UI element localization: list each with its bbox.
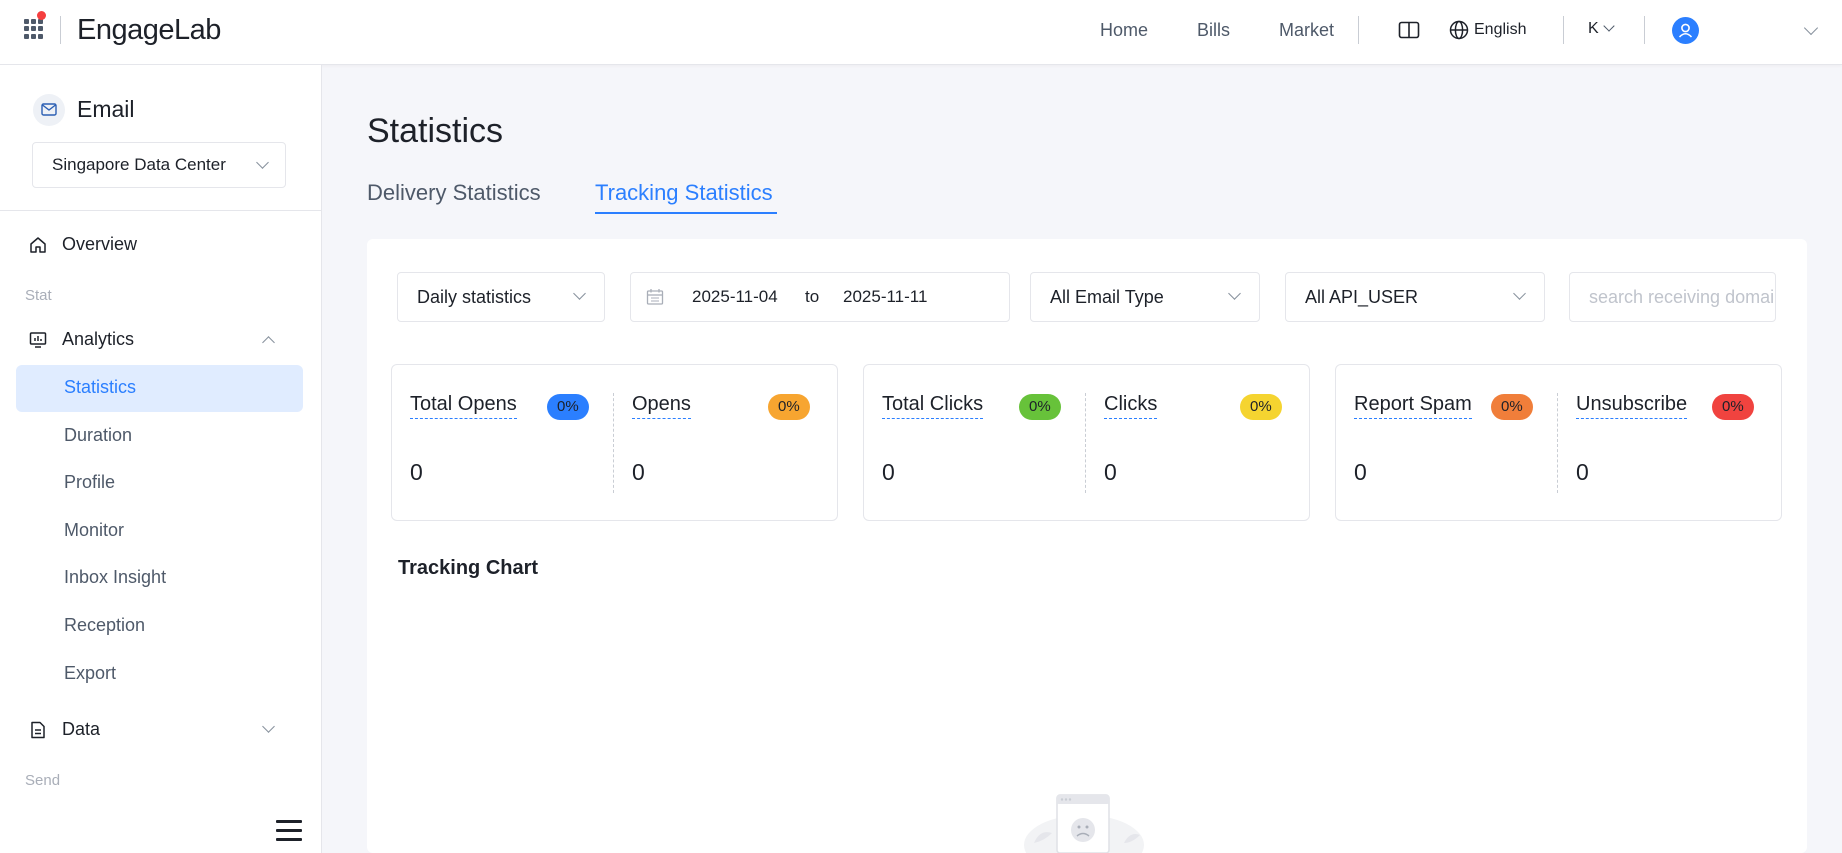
page-title: Statistics xyxy=(367,112,504,150)
rate-badge: 0% xyxy=(1240,394,1282,420)
menu-collapse-icon[interactable] xyxy=(276,820,302,842)
divider xyxy=(1563,16,1564,44)
date-separator: to xyxy=(805,287,820,306)
group-label-send: Send xyxy=(25,772,61,789)
sidebar: Email Singapore Data Center Overview Sta… xyxy=(0,65,322,853)
api-user-value: All API_USER xyxy=(1305,287,1419,307)
docs-book-icon[interactable] xyxy=(1398,21,1420,39)
metric-value: 0 xyxy=(410,459,423,485)
rate-badge: 0% xyxy=(768,394,810,420)
sidebar-item-profile[interactable]: Profile xyxy=(16,460,303,507)
account-initial: K xyxy=(1588,20,1599,37)
sidebar-item-label: Data xyxy=(62,719,101,739)
globe-icon[interactable] xyxy=(1449,20,1469,40)
divider xyxy=(613,393,614,493)
mail-icon-wrapper xyxy=(33,94,65,126)
sidebar-item-overview[interactable]: Overview xyxy=(0,223,322,267)
metric-value: 0 xyxy=(882,459,895,485)
sidebar-item-data[interactable]: Data xyxy=(0,708,322,752)
chevron-up-icon xyxy=(262,336,275,349)
sidebar-item-analytics[interactable]: Analytics xyxy=(0,318,322,362)
data-center-select[interactable]: Singapore Data Center xyxy=(32,142,286,188)
sidebar-item-export[interactable]: Export xyxy=(16,651,303,698)
date-start[interactable]: 2025-11-04 xyxy=(692,287,778,307)
metric-label[interactable]: Clicks xyxy=(1104,393,1158,419)
rate-badge: 0% xyxy=(1491,394,1533,420)
api-user-select[interactable]: All API_USER xyxy=(1285,272,1545,322)
nav-market[interactable]: Market xyxy=(1279,20,1334,41)
sidebar-item-label: Overview xyxy=(62,234,138,254)
date-range-picker[interactable]: 2025-11-04 to 2025-11-11 xyxy=(630,272,1010,322)
chevron-down-icon xyxy=(262,720,275,733)
chevron-down-icon xyxy=(1228,287,1241,300)
chart-title: Tracking Chart xyxy=(398,557,539,579)
sidebar-item-reception[interactable]: Reception xyxy=(16,603,303,650)
chevron-down-icon xyxy=(573,287,586,300)
mail-icon xyxy=(41,103,57,116)
calendar-icon xyxy=(646,289,664,305)
divider xyxy=(1557,393,1558,493)
analytics-icon xyxy=(29,332,47,348)
data-center-value: Singapore Data Center xyxy=(52,155,226,174)
metric-label[interactable]: Opens xyxy=(632,393,691,419)
chevron-down-icon xyxy=(256,156,269,169)
domain-search-placeholder: search receiving domain xyxy=(1589,287,1776,307)
sidebar-item-label: Analytics xyxy=(62,329,135,349)
sidebar-item-monitor[interactable]: Monitor xyxy=(16,508,303,555)
chevron-down-icon xyxy=(1513,287,1526,300)
product-title: Email xyxy=(77,96,135,122)
chevron-down-icon xyxy=(1603,20,1615,32)
divider xyxy=(60,16,61,44)
metric-label[interactable]: Total Clicks xyxy=(882,393,984,419)
divider xyxy=(1085,393,1086,493)
sidebar-item-inbox-insight[interactable]: Inbox Insight xyxy=(16,555,303,602)
metric-label[interactable]: Total Opens xyxy=(410,393,517,419)
divider xyxy=(0,210,322,211)
metric-value: 0 xyxy=(632,459,645,485)
nav-bills[interactable]: Bills xyxy=(1197,20,1230,41)
stat-card-opens: Total Opens 0% 0 Opens 0% 0 xyxy=(391,364,838,521)
stat-card-spam: Report Spam 0% 0 Unsubscribe 0% 0 xyxy=(1335,364,1782,521)
notification-dot xyxy=(37,11,46,20)
account-switcher[interactable]: K xyxy=(1588,20,1615,38)
sidebar-item-statistics[interactable]: Statistics xyxy=(16,365,303,412)
divider xyxy=(1644,16,1645,44)
email-type-value: All Email Type xyxy=(1050,287,1164,307)
top-bar: EngageLab Home Bills Market English K xyxy=(0,0,1842,65)
tab-delivery-statistics[interactable]: Delivery Statistics xyxy=(367,180,541,206)
tab-tracking-statistics[interactable]: Tracking Statistics xyxy=(595,180,773,206)
rate-badge: 0% xyxy=(547,394,589,420)
period-value: Daily statistics xyxy=(417,287,532,307)
metric-value: 0 xyxy=(1576,459,1589,485)
domain-search-input[interactable]: search receiving domain xyxy=(1569,272,1776,322)
chevron-down-icon[interactable] xyxy=(1803,20,1819,36)
stat-card-clicks: Total Clicks 0% 0 Clicks 0% 0 xyxy=(863,364,1310,521)
language-selector[interactable]: English xyxy=(1474,21,1526,39)
divider xyxy=(1358,16,1359,44)
metric-label[interactable]: Report Spam xyxy=(1354,393,1472,419)
nav-home[interactable]: Home xyxy=(1100,20,1148,41)
sidebar-item-duration[interactable]: Duration xyxy=(16,413,303,460)
active-tab-indicator xyxy=(595,212,777,214)
rate-badge: 0% xyxy=(1019,394,1061,420)
empty-state-icon xyxy=(1024,794,1144,853)
email-type-select[interactable]: All Email Type xyxy=(1030,272,1260,322)
date-end[interactable]: 2025-11-11 xyxy=(843,287,927,307)
apps-grid-icon[interactable] xyxy=(24,19,44,39)
user-icon xyxy=(1678,23,1693,38)
metric-value: 0 xyxy=(1104,459,1117,485)
group-label-stat: Stat xyxy=(25,287,52,304)
metric-value: 0 xyxy=(1354,459,1367,485)
rate-badge: 0% xyxy=(1712,394,1754,420)
avatar[interactable] xyxy=(1672,17,1699,44)
document-icon xyxy=(31,721,45,739)
metric-label[interactable]: Unsubscribe xyxy=(1576,393,1688,419)
engagelab-logo[interactable]: EngageLab xyxy=(77,14,221,47)
home-icon xyxy=(30,237,46,253)
period-select[interactable]: Daily statistics xyxy=(397,272,605,322)
tracking-panel: Daily statistics 2025-11-04 to 2025-11-1… xyxy=(367,239,1807,853)
